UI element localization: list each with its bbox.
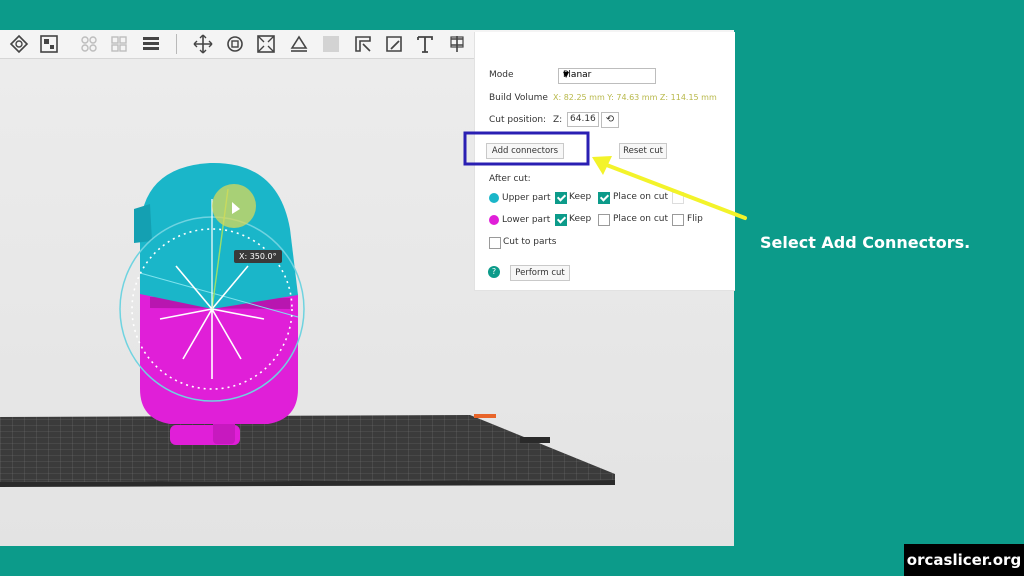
chevron-down-icon: ▼ bbox=[563, 70, 570, 79]
split-objects-icon[interactable] bbox=[78, 33, 100, 55]
build-volume-label: Build Volume bbox=[489, 93, 548, 103]
reset-rotation-icon[interactable]: ⟲ bbox=[601, 112, 619, 128]
upper-part-label: Upper part bbox=[502, 193, 551, 203]
split-parts-icon[interactable] bbox=[108, 33, 130, 55]
seam-paint-icon[interactable] bbox=[383, 33, 405, 55]
upper-keep-label: Keep bbox=[569, 192, 592, 202]
build-plate bbox=[0, 415, 615, 482]
cut-axis-label: Z: bbox=[553, 115, 563, 125]
lower-place-on-cut-checkbox[interactable] bbox=[598, 214, 610, 226]
site-badge: orcaslicer.org bbox=[904, 544, 1024, 576]
build-volume-value: X: 82.25 mm Y: 74.63 mm Z: 114.15 mm bbox=[553, 93, 717, 102]
arrange-icon[interactable] bbox=[38, 33, 60, 55]
upper-part-color-icon bbox=[489, 193, 499, 203]
instruction-caption: Select Add Connectors. bbox=[760, 233, 971, 252]
lower-flip-checkbox[interactable] bbox=[672, 214, 684, 226]
lower-part-label: Lower part bbox=[502, 215, 551, 225]
cut-position-input[interactable]: 64.16 bbox=[567, 112, 599, 127]
layers-icon[interactable] bbox=[140, 33, 162, 55]
reset-cut-button[interactable]: Reset cut bbox=[619, 143, 667, 159]
lower-keep-checkbox[interactable] bbox=[555, 214, 567, 226]
move-icon[interactable] bbox=[192, 33, 214, 55]
build-plate-tab bbox=[520, 437, 550, 443]
mode-select[interactable]: Planar ▼ bbox=[558, 68, 656, 84]
measure-tool-icon[interactable] bbox=[446, 33, 468, 55]
build-plate-marker bbox=[474, 414, 496, 418]
perform-cut-button[interactable]: Perform cut bbox=[510, 265, 570, 281]
upper-keep-checkbox[interactable] bbox=[555, 192, 567, 204]
lower-keep-label: Keep bbox=[569, 214, 592, 224]
lower-place-on-cut-label: Place on cut bbox=[613, 214, 669, 224]
auto-orient-icon[interactable] bbox=[8, 33, 30, 55]
lower-part-color-icon bbox=[489, 215, 499, 225]
cut-to-parts-label: Cut to parts bbox=[503, 237, 557, 247]
text-tool-icon[interactable] bbox=[414, 33, 436, 55]
help-icon[interactable]: ? bbox=[488, 266, 500, 278]
upper-place-on-cut-checkbox[interactable] bbox=[598, 192, 610, 204]
lower-flip-label: Flip bbox=[687, 214, 703, 224]
upper-flip-checkbox[interactable] bbox=[672, 192, 684, 204]
cut-tool-icon[interactable] bbox=[320, 33, 342, 55]
cut-position-label: Cut position: bbox=[489, 115, 547, 125]
rotation-readout: X: 350.0° bbox=[234, 250, 282, 263]
upper-place-on-cut-label: Place on cut bbox=[613, 192, 669, 202]
cut-to-parts-checkbox[interactable] bbox=[489, 237, 501, 249]
lay-on-face-icon[interactable] bbox=[288, 33, 310, 55]
upper-part-ear bbox=[134, 204, 152, 243]
after-cut-label: After cut: bbox=[489, 174, 531, 184]
rotate-icon[interactable] bbox=[224, 33, 246, 55]
support-paint-icon[interactable] bbox=[352, 33, 374, 55]
toolbar-separator bbox=[176, 34, 177, 54]
mode-label: Mode bbox=[489, 70, 514, 80]
upper-part-model bbox=[140, 162, 298, 309]
add-connectors-button[interactable]: Add connectors bbox=[486, 143, 564, 159]
scale-icon[interactable] bbox=[255, 33, 277, 55]
